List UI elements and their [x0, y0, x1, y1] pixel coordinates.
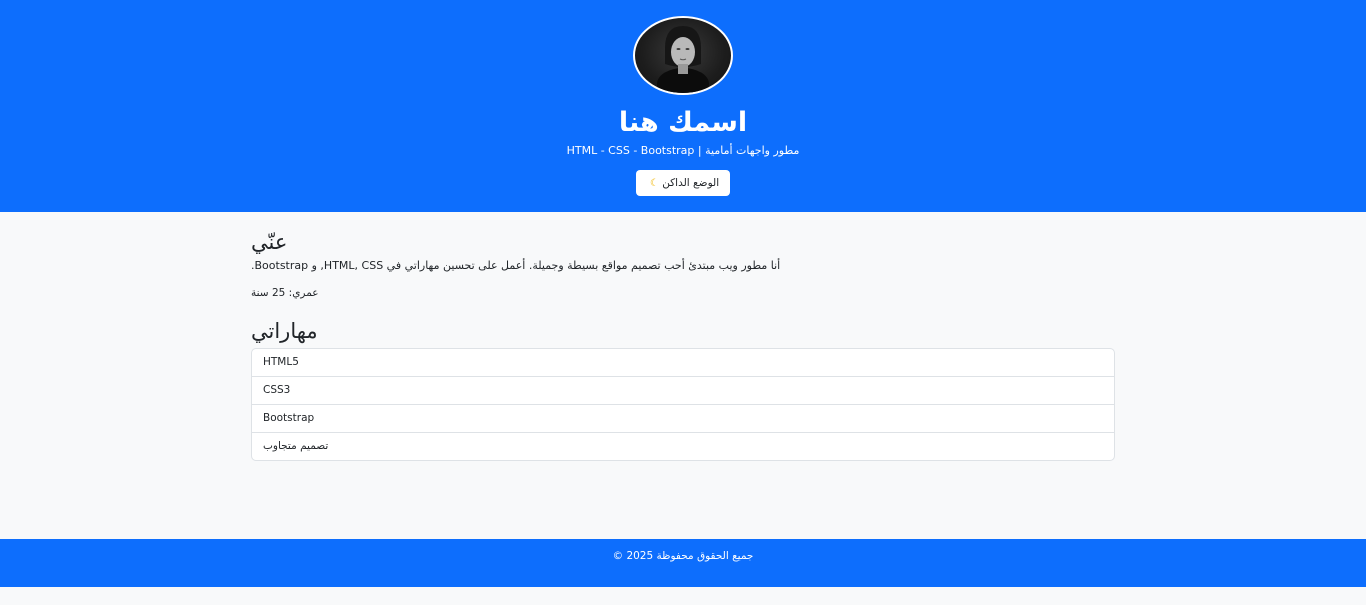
page-footer: جميع الحقوق محفوظة 2025 ©: [0, 539, 1366, 587]
list-item: تصميم متجاوب: [252, 432, 1114, 460]
dark-mode-button[interactable]: الوضع الداكن ☾: [636, 170, 730, 196]
age-text: عمري: 25 سنة: [251, 287, 319, 299]
skills-list: HTML5 CSS3 Bootstrap تصميم متجاوب: [251, 348, 1115, 461]
copyright-text: جميع الحقوق محفوظة 2025 ©: [612, 550, 754, 562]
profile-tagline: مطور واجهات أمامية | HTML - CSS - Bootst…: [566, 144, 800, 157]
profile-name: اسمك هنا: [618, 107, 748, 138]
list-item: HTML5: [263, 356, 299, 368]
about-description: أنا مطور ويب مبتدئ أحب تصميم مواقع بسيطة…: [251, 259, 781, 272]
dark-mode-label: الوضع الداكن: [662, 177, 720, 189]
profile-avatar: [633, 16, 733, 95]
profile-header: اسمك هنا مطور واجهات أمامية | HTML - CSS…: [0, 0, 1366, 212]
moon-icon: ☾: [649, 178, 659, 189]
skills-heading: مهاراتي: [251, 319, 318, 343]
list-item: CSS3: [252, 376, 1114, 404]
list-item: Bootstrap: [252, 404, 1114, 432]
about-heading: عنّي: [251, 230, 288, 254]
avatar-portrait: [657, 26, 709, 93]
